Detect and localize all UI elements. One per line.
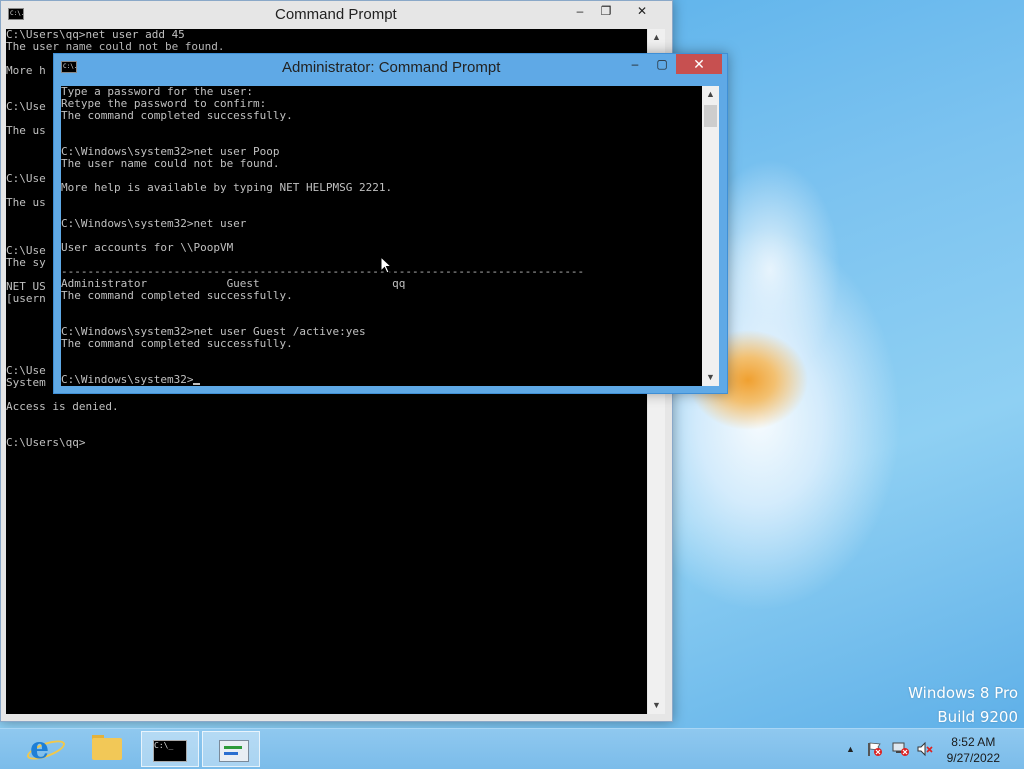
console-line: C:\Windows\system32>net user <box>61 217 247 230</box>
minimize-button[interactable]: – <box>622 54 648 74</box>
command-prompt-icon[interactable]: C:\. <box>8 8 24 20</box>
console-line: C:\Windows\system32> <box>61 374 702 386</box>
folder-icon <box>92 738 122 760</box>
console-line: The command completed successfully. <box>61 109 293 122</box>
command-prompt-icon: C:\_ <box>153 740 187 762</box>
console-line: The user name could not be found. <box>6 40 225 53</box>
mouse-pointer-icon <box>380 256 392 274</box>
console-line: The command completed successfully. <box>61 337 293 350</box>
clock-time: 8:52 AM <box>951 735 996 749</box>
title-bar[interactable]: C:\. Administrator: Command Prompt – ▢ ✕ <box>54 54 727 82</box>
os-watermark-name: Windows 8 Pro <box>908 684 1018 702</box>
taskbar-internet-explorer[interactable]: e <box>16 731 74 767</box>
taskbar-network-app[interactable] <box>202 731 260 767</box>
console-line: More help is available by typing NET HEL… <box>61 181 393 194</box>
console-line: The command completed successfully. <box>61 289 293 302</box>
scroll-up-icon[interactable]: ▲ <box>648 29 665 46</box>
close-button[interactable]: ✕ <box>676 54 722 74</box>
clock-date: 9/27/2022 <box>946 751 1000 765</box>
window-title: Administrator: Command Prompt <box>282 59 501 76</box>
console-line: Access is denied. <box>6 400 119 413</box>
taskbar-file-explorer[interactable] <box>78 731 136 767</box>
maximize-button[interactable]: ▢ <box>649 54 675 74</box>
network-status-icon[interactable] <box>892 741 910 757</box>
console-line: C:\Users\qq> <box>6 436 86 449</box>
os-watermark-build: Build 9200 <box>937 708 1018 726</box>
network-icon <box>219 740 249 762</box>
text-cursor <box>193 383 201 385</box>
taskbar-command-prompt[interactable]: C:\_ <box>141 731 199 767</box>
window-title: Command Prompt <box>275 6 397 23</box>
console-line: User accounts for \\PoopVM <box>61 241 234 254</box>
system-clock[interactable]: 8:52 AM 9/27/2022 <box>947 734 1000 766</box>
taskbar: e C:\_ ▲ 8:52 AM 9/27/2022 <box>0 728 1024 769</box>
show-hidden-icons-button[interactable]: ▲ <box>846 744 855 754</box>
scroll-down-icon[interactable]: ▼ <box>648 697 665 714</box>
minimize-button[interactable]: – <box>567 1 593 21</box>
scroll-down-icon[interactable]: ▼ <box>702 369 719 386</box>
console-line: The user name could not be found. <box>61 157 280 170</box>
speaker-muted-icon[interactable] <box>916 741 934 757</box>
scroll-up-icon[interactable]: ▲ <box>702 86 719 103</box>
scroll-thumb[interactable] <box>704 105 717 127</box>
command-prompt-icon[interactable]: C:\. <box>61 61 77 73</box>
flag-icon[interactable] <box>866 741 884 757</box>
close-button[interactable]: ✕ <box>619 1 665 21</box>
maximize-button[interactable]: ❐ <box>593 1 619 21</box>
console-output[interactable]: Type a password for the user: Retype the … <box>61 86 702 386</box>
vertical-scrollbar[interactable]: ▲ ▼ <box>702 86 719 386</box>
title-bar[interactable]: C:\. Command Prompt – ❐ ✕ <box>1 1 672 29</box>
admin-command-prompt-window[interactable]: C:\. Administrator: Command Prompt – ▢ ✕… <box>53 53 728 394</box>
